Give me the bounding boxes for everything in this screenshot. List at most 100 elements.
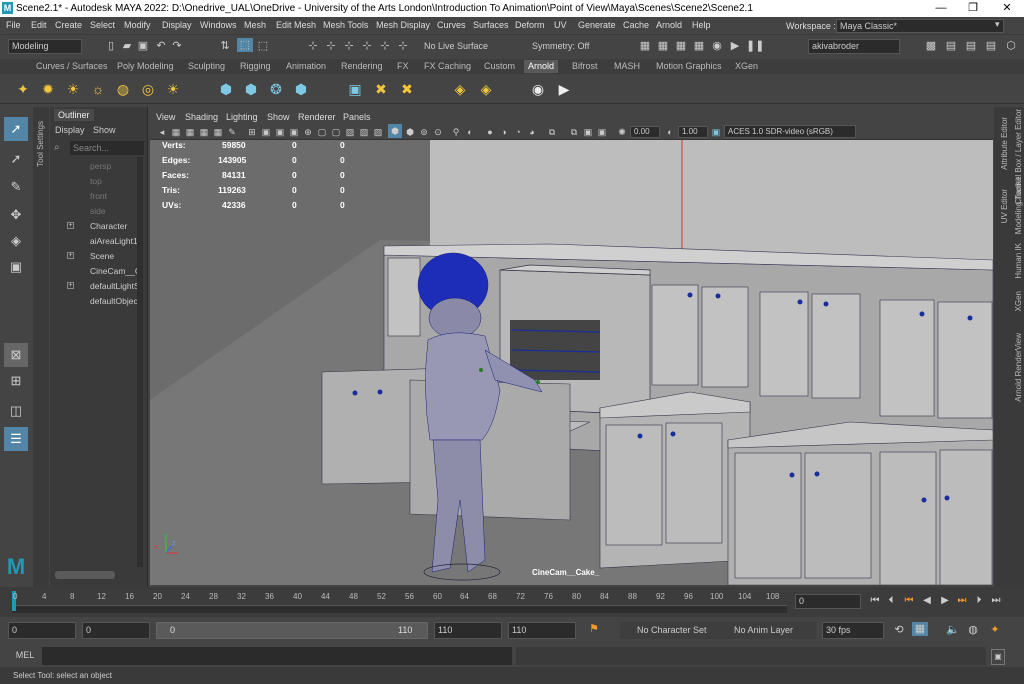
wireframe-toggle-icon[interactable]: ⬢ bbox=[388, 124, 402, 138]
step-forward-frame-icon[interactable]: ⏵ bbox=[972, 594, 986, 608]
menu-set-select[interactable]: Modeling bbox=[8, 39, 82, 54]
viewport-menu-view[interactable]: View bbox=[156, 112, 175, 122]
ipr-render-icon[interactable]: ▦ bbox=[674, 39, 688, 53]
snap-view-icon[interactable]: ⊹ bbox=[360, 39, 374, 53]
export-standin-icon[interactable]: ⬢ bbox=[241, 79, 261, 99]
menu-help[interactable]: Help bbox=[692, 20, 711, 30]
menu-select[interactable]: Select bbox=[90, 20, 115, 30]
undo-icon[interactable]: ↶ bbox=[154, 39, 168, 53]
menu-mesh[interactable]: Mesh bbox=[244, 20, 266, 30]
tab-arnold[interactable]: Arnold bbox=[524, 60, 559, 73]
step-back-key-icon[interactable]: ⏮ bbox=[902, 594, 916, 608]
render-sequence-icon[interactable]: ▶ bbox=[554, 79, 574, 99]
scale-tool-icon[interactable]: ▣ bbox=[4, 255, 28, 279]
list-item[interactable]: Scene bbox=[90, 251, 114, 261]
tab-rigging[interactable]: Rigging bbox=[236, 60, 275, 73]
human-ik-tab[interactable]: Human IK bbox=[1014, 243, 1023, 279]
animation-preferences-icon[interactable]: ◍ bbox=[966, 623, 980, 637]
tab-bifrost[interactable]: Bifrost bbox=[568, 60, 602, 73]
menu-arnold[interactable]: Arnold bbox=[656, 20, 682, 30]
viewport-menu-panels[interactable]: Panels bbox=[343, 112, 371, 122]
select-object-icon[interactable]: ⬚ bbox=[237, 38, 253, 52]
uv-editor-tab[interactable]: UV Editor bbox=[1000, 189, 1009, 223]
play-backwards-icon[interactable]: ◀ bbox=[920, 594, 934, 608]
volume-icon[interactable]: ❂ bbox=[266, 79, 286, 99]
gamma-field[interactable]: 1.00 bbox=[678, 126, 708, 138]
tab-mash[interactable]: MASH bbox=[610, 60, 644, 73]
isolate-select-icon[interactable]: ⧉ bbox=[546, 125, 558, 139]
2d-pan-zoom-icon[interactable]: ▦ bbox=[212, 125, 224, 139]
light-portal-icon[interactable]: ◎ bbox=[138, 79, 158, 99]
tab-custom[interactable]: Custom bbox=[480, 60, 519, 73]
tab-xgen[interactable]: XGen bbox=[731, 60, 762, 73]
select-camera-icon[interactable]: ◂ bbox=[156, 125, 168, 139]
list-item[interactable]: Character bbox=[90, 221, 127, 231]
chevron-down-icon[interactable]: ▾ bbox=[995, 19, 1005, 33]
snap-point-icon[interactable]: ⊹ bbox=[342, 39, 356, 53]
light-bulb-icon[interactable]: ⚲ bbox=[450, 125, 462, 139]
viewport-menu-shading[interactable]: Shading bbox=[185, 112, 218, 122]
textured-icon[interactable]: ⬢ bbox=[404, 125, 416, 139]
fps-select[interactable]: 30 fps bbox=[822, 622, 884, 639]
snap-live-icon[interactable]: ⊹ bbox=[396, 39, 410, 53]
tab-sculpting[interactable]: Sculpting bbox=[184, 60, 229, 73]
anim-start-field[interactable]: 0 bbox=[82, 622, 150, 639]
view-transform-select[interactable]: ACES 1.0 SDR-video (sRGB) bbox=[724, 125, 856, 138]
persp-outliner-layout-icon[interactable]: ◫ bbox=[4, 399, 28, 423]
menu-create[interactable]: Create bbox=[55, 20, 82, 30]
menu-deform[interactable]: Deform bbox=[515, 20, 545, 30]
outliner-layout-icon[interactable]: ☰ bbox=[4, 427, 28, 451]
tab-motion-graphics[interactable]: Motion Graphics bbox=[652, 60, 726, 73]
close-button[interactable]: ✕ bbox=[992, 0, 1022, 17]
render-view-shelf-icon[interactable]: ◉ bbox=[528, 79, 548, 99]
character-set-select[interactable]: No Character Set bbox=[620, 622, 718, 639]
lasso-tool-icon[interactable]: ➚ bbox=[4, 147, 28, 171]
camera-attributes-icon[interactable]: ▦ bbox=[170, 125, 182, 139]
menu-uv[interactable]: UV bbox=[554, 20, 567, 30]
shadows-icon[interactable]: ⊙ bbox=[432, 125, 444, 139]
character-control-icon[interactable]: ✦ bbox=[988, 623, 1002, 637]
viewport-menu-renderer[interactable]: Renderer bbox=[298, 112, 336, 122]
outliner-search-input[interactable]: Search... bbox=[70, 141, 144, 155]
toggle-hud-icon[interactable]: ▣ bbox=[596, 125, 608, 139]
minimize-button[interactable]: — bbox=[926, 0, 956, 17]
layer-editor-icon[interactable]: ⬡ bbox=[1004, 39, 1018, 53]
wireframe-on-shaded-icon[interactable]: ▨ bbox=[372, 125, 384, 139]
workspace-select[interactable]: Maya Classic* bbox=[836, 19, 1004, 33]
skydome-light-icon[interactable]: ☼ bbox=[88, 79, 108, 99]
restore-button[interactable]: ❐ bbox=[958, 0, 988, 17]
user-account-select[interactable]: akivabroder bbox=[808, 39, 900, 54]
play-forwards-icon[interactable]: ▶ bbox=[938, 594, 952, 608]
image-plane-icon[interactable]: ▦ bbox=[198, 125, 210, 139]
menu-generate[interactable]: Generate bbox=[578, 20, 616, 30]
attribute-editor-icon[interactable]: ▤ bbox=[944, 39, 958, 53]
select-component-icon[interactable]: ⬚ bbox=[256, 39, 270, 53]
resolution-gate-icon[interactable]: ▣ bbox=[274, 125, 286, 139]
area-light-icon[interactable]: ✦ bbox=[13, 79, 33, 99]
texture-manager-icon[interactable]: ◈ bbox=[450, 79, 470, 99]
flush-cache-icon[interactable]: ▣ bbox=[345, 79, 365, 99]
perspective-viewport[interactable]: x y z CineCam__Cake_ bbox=[150, 140, 993, 585]
list-item[interactable]: defaultLightS bbox=[90, 281, 140, 291]
select-hierarchy-icon[interactable]: ⇅ bbox=[218, 39, 232, 53]
menu-cache[interactable]: Cache bbox=[623, 20, 649, 30]
ambient-occlusion-icon[interactable]: ● bbox=[484, 125, 496, 139]
menu-surfaces[interactable]: Surfaces bbox=[473, 20, 509, 30]
paint-select-tool-icon[interactable]: ✎ bbox=[4, 175, 28, 199]
smooth-shade-icon[interactable]: ▨ bbox=[358, 125, 370, 139]
expand-icon[interactable]: + bbox=[67, 222, 74, 229]
open-scene-icon[interactable]: ▰ bbox=[120, 39, 134, 53]
new-scene-icon[interactable]: ▯ bbox=[104, 39, 118, 53]
list-item[interactable]: persp bbox=[90, 161, 111, 171]
go-to-end-icon[interactable]: ⏭ bbox=[989, 594, 1003, 608]
arnold-renderview-tab[interactable]: Arnold RenderView bbox=[1014, 333, 1023, 402]
tab-poly-modeling[interactable]: Poly Modeling bbox=[113, 60, 178, 73]
redo-icon[interactable]: ↷ bbox=[170, 39, 184, 53]
outliner-display-menu[interactable]: Display bbox=[55, 125, 85, 135]
render-settings-icon[interactable]: ▦ bbox=[692, 39, 706, 53]
tab-animation[interactable]: Animation bbox=[282, 60, 330, 73]
attribute-editor-tab[interactable]: Attribute Editor bbox=[1000, 117, 1009, 170]
menu-curves[interactable]: Curves bbox=[437, 20, 466, 30]
list-item[interactable]: side bbox=[90, 206, 106, 216]
curve-collector-icon[interactable]: ⬢ bbox=[291, 79, 311, 99]
